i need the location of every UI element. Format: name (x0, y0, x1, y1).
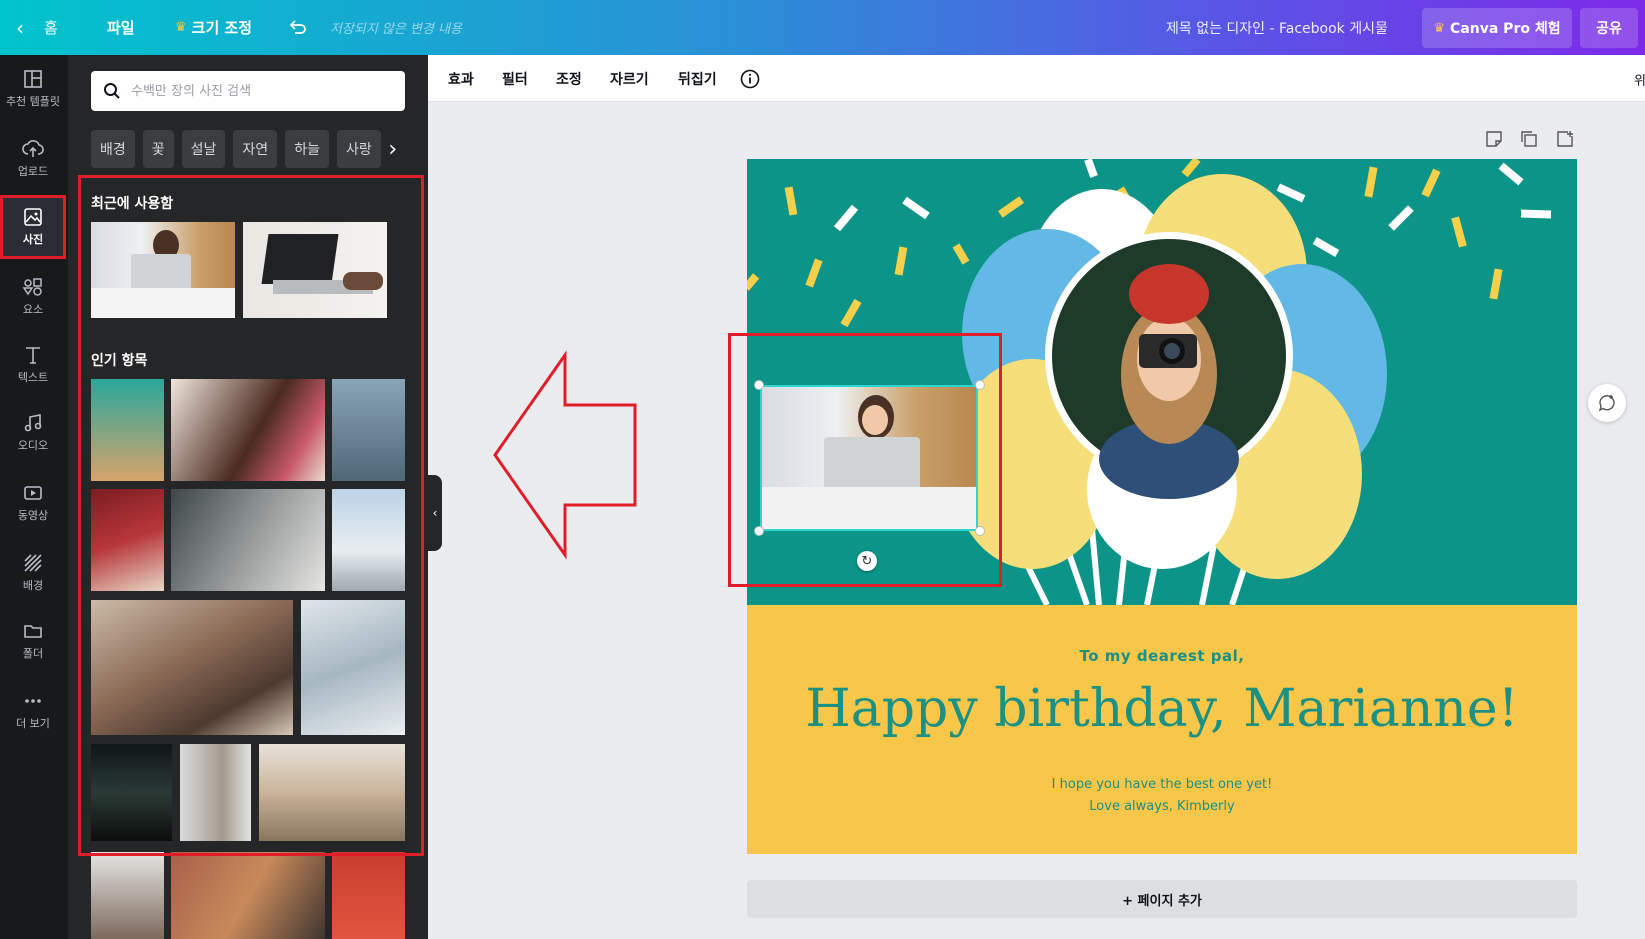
chip-flower[interactable]: 꽃 (142, 130, 174, 168)
popular-photo[interactable] (332, 852, 405, 939)
chip-sky[interactable]: 하늘 (285, 130, 329, 168)
info-button[interactable] (740, 55, 760, 102)
photo-search-box[interactable] (91, 71, 405, 111)
rail-item-upload[interactable]: 업로드 (0, 127, 66, 191)
crown-icon: ♛ (1433, 20, 1446, 36)
chip-nature[interactable]: 자연 (233, 130, 278, 168)
crown-icon: ♛ (175, 20, 187, 35)
comment-icon (1598, 395, 1615, 412)
background-icon (24, 554, 42, 572)
photo-icon (24, 208, 42, 226)
highlight-box-panel (78, 175, 424, 856)
undo-icon (289, 19, 306, 34)
rail-item-templates[interactable]: 추천 템플릿 (0, 57, 66, 121)
chip-background[interactable]: 배경 (91, 130, 135, 168)
page-notes-icon[interactable] (1485, 130, 1503, 152)
photo-search-input[interactable] (131, 83, 381, 99)
image-toolbar: 효과 필터 조정 자르기 뒤집기 (428, 55, 1645, 102)
greeting-line[interactable]: To my dearest pal, (747, 647, 1577, 665)
signature-line[interactable]: Love always, Kimberly (747, 799, 1577, 814)
unsaved-status: 저장되지 않은 변경 내용 (330, 22, 462, 37)
chevron-right-icon[interactable]: › (383, 130, 403, 168)
add-page-button[interactable]: + 페이지 추가 (747, 880, 1577, 918)
search-icon (104, 83, 120, 99)
side-rail: 추천 템플릿 업로드 사진 요소 텍스트 오디오 동영상 배경 폴더 더 보기 (0, 55, 68, 939)
back-button[interactable]: ‹ 홈 (16, 0, 58, 55)
file-menu[interactable]: 파일 (107, 0, 135, 55)
audio-icon (24, 414, 42, 432)
video-icon (24, 486, 42, 500)
category-chips: 배경 꽃 설날 자연 하늘 사랑 › (91, 130, 403, 168)
rail-item-elements[interactable]: 요소 (0, 265, 66, 329)
rail-item-more[interactable]: 더 보기 (0, 679, 66, 743)
rail-item-audio[interactable]: 오디오 (0, 401, 66, 465)
canva-pro-button[interactable]: ♛ Canva Pro 체험 (1422, 8, 1572, 48)
upload-icon (22, 140, 44, 157)
template-icon (24, 70, 42, 88)
rail-label: 동영상 (17, 509, 49, 522)
rail-item-folder[interactable]: 폴더 (0, 609, 66, 673)
highlight-box-canvas (728, 333, 1002, 587)
tool-adjust[interactable]: 조정 (556, 55, 582, 102)
tool-effects[interactable]: 효과 (448, 55, 474, 102)
home-label: 홈 (44, 19, 58, 37)
comment-button[interactable] (1588, 384, 1626, 422)
add-page-icon[interactable] (1556, 130, 1574, 152)
rail-label: 폴더 (22, 647, 44, 660)
popular-photo[interactable] (91, 852, 164, 939)
rail-label: 요소 (22, 303, 44, 316)
share-button[interactable]: 공유 (1580, 8, 1638, 48)
document-title[interactable]: 제목 없는 디자인 - Facebook 게시물 (1166, 0, 1388, 55)
resize-button[interactable]: ♛ 크기 조정 (175, 0, 252, 55)
rail-item-background[interactable]: 배경 (0, 541, 66, 605)
more-icon (25, 699, 41, 703)
duplicate-page-icon[interactable] (1520, 130, 1538, 152)
rail-item-video[interactable]: 동영상 (0, 471, 66, 535)
chevron-left-icon: ‹ (16, 15, 24, 40)
tool-filter[interactable]: 필터 (502, 55, 528, 102)
headline-text[interactable]: Happy birthday, Marianne! (747, 679, 1577, 739)
rail-label: 더 보기 (16, 717, 50, 730)
elements-icon (22, 278, 42, 296)
info-icon (740, 69, 760, 88)
pro-label: Canva Pro 체험 (1450, 21, 1561, 37)
tool-crop[interactable]: 자르기 (610, 55, 649, 102)
rail-label: 텍스트 (17, 371, 49, 384)
rail-label: 업로드 (17, 165, 49, 178)
rail-label: 추천 템플릿 (5, 95, 61, 108)
rail-label: 배경 (22, 579, 44, 592)
toolbar-edge-label: 위 (1634, 74, 1645, 89)
rail-item-photos[interactable]: 사진 (0, 195, 66, 259)
chip-love[interactable]: 사랑 (336, 130, 381, 168)
tool-flip[interactable]: 뒤집기 (678, 55, 717, 102)
chip-new-year[interactable]: 설날 (181, 130, 226, 168)
rail-item-text[interactable]: 텍스트 (0, 333, 66, 397)
folder-icon (24, 625, 42, 638)
rail-label: 오디오 (17, 439, 49, 452)
collapse-panel-tab[interactable]: ‹ (428, 475, 442, 551)
undo-button[interactable] (288, 0, 308, 55)
message-line[interactable]: I hope you have the best one yet! (747, 777, 1577, 792)
rail-label: 사진 (22, 233, 44, 246)
resize-label: 크기 조정 (191, 19, 253, 37)
popular-photo[interactable] (171, 852, 325, 939)
top-bar: ‹ 홈 파일 ♛ 크기 조정 저장되지 않은 변경 내용 제목 없는 디자인 -… (0, 0, 1645, 55)
text-icon (26, 347, 40, 364)
annotation-arrow (493, 350, 637, 560)
